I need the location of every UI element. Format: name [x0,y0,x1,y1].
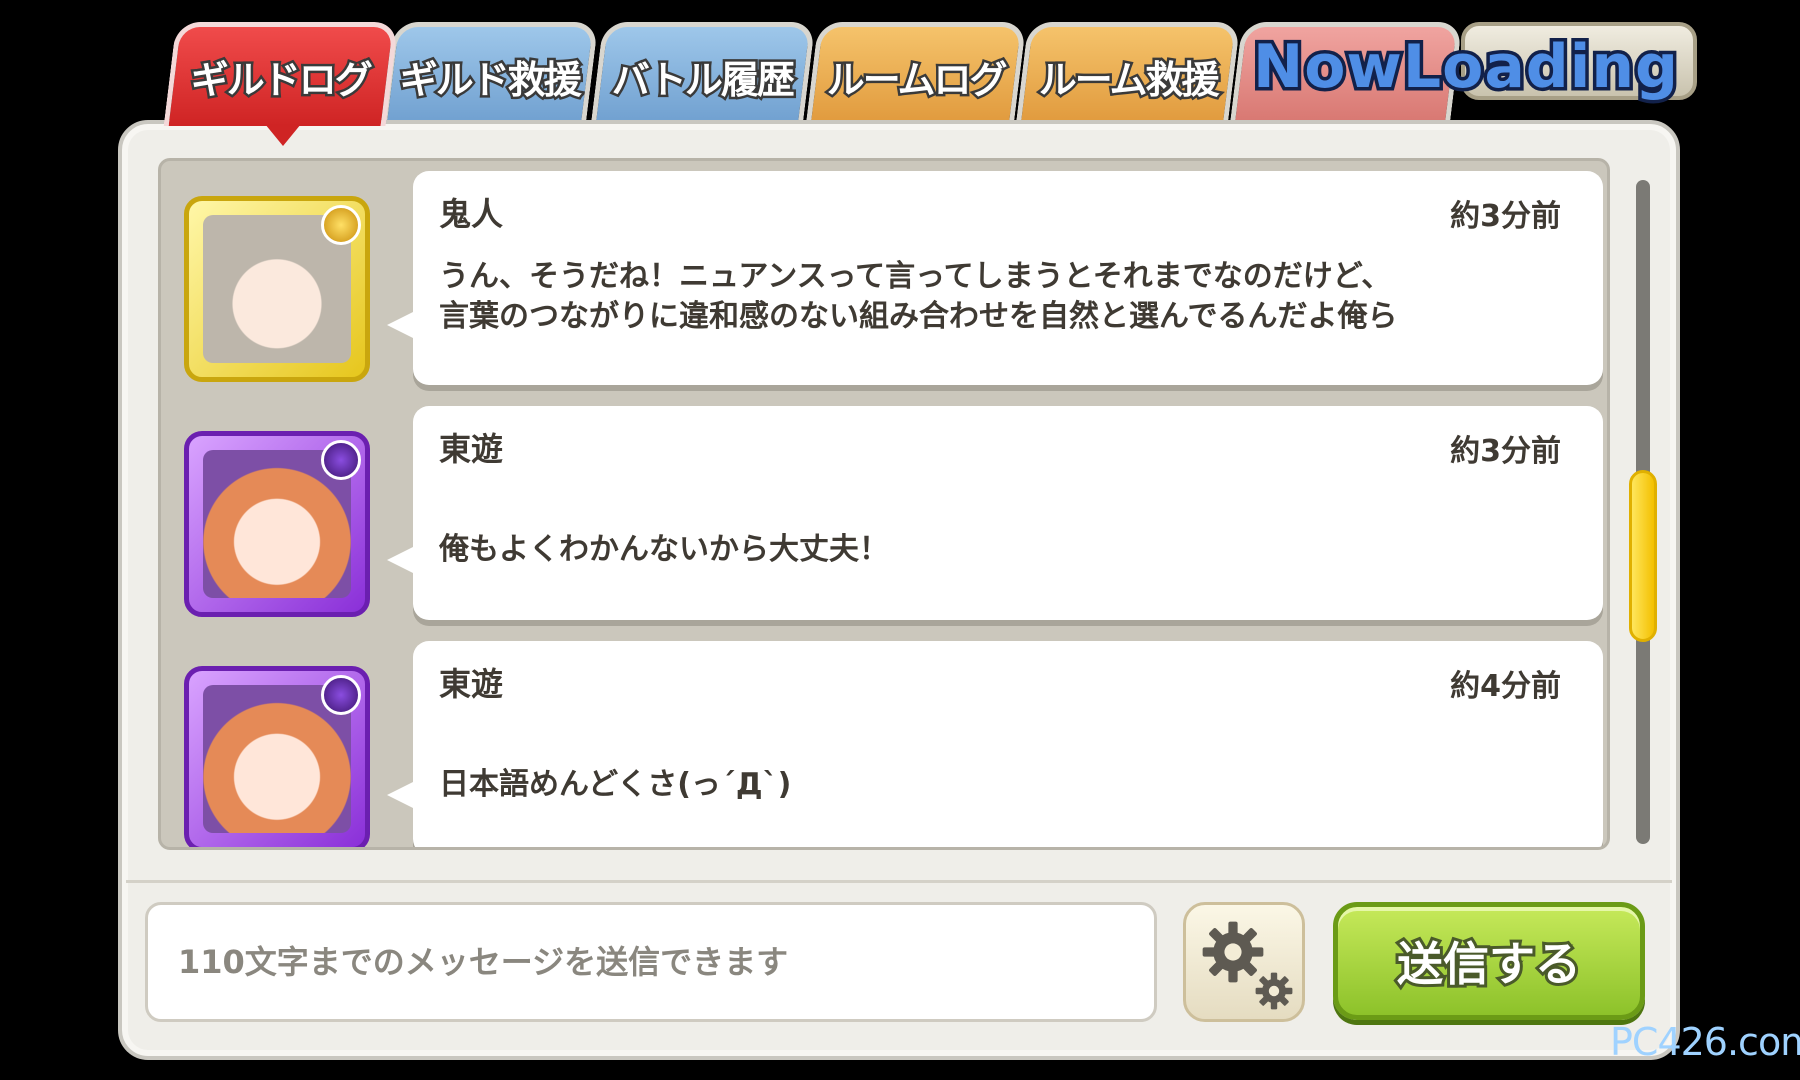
watermark: PC426.com [1610,1020,1800,1064]
tab-battle-history[interactable]: バトル履歴 [590,22,816,126]
tab-guild-log[interactable]: ギルドログ [163,22,399,126]
loading-text: NowLoading [1250,29,1682,106]
message-log[interactable]: 鬼人 約3分前 うん、そうだね！ニュアンスって言ってしまうとそれまでなのだけど、… [158,158,1610,850]
message-bubble: 鬼人 約3分前 うん、そうだね！ニュアンスって言ってしまうとそれまでなのだけど、… [387,171,1603,385]
character-avatar-icon[interactable] [184,196,370,382]
tab-label: ギルド救援 [397,56,582,105]
divider [126,880,1672,883]
sender-name: 東遊 [439,665,504,703]
attribute-emblem-icon [321,205,361,245]
message-input[interactable] [145,902,1157,1022]
sender-name: 東遊 [439,430,504,468]
settings-button[interactable] [1183,902,1305,1022]
gear-icon [1255,972,1293,1010]
tab-guild-rescue[interactable]: ギルド救援 [381,22,599,126]
send-label: 送信する [1394,934,1584,994]
now-loading-indicator: NowLoading [1235,22,1697,112]
message-bubble: 東遊 約4分前 日本語めんどくさ(っ´Д`) [387,641,1603,847]
message-item: 鬼人 約3分前 うん、そうだね！ニュアンスって言ってしまうとそれまでなのだけど、… [161,161,1607,397]
message-text: 俺もよくわかんないから大丈夫！ [439,532,889,567]
game-screen: ギルドログ ギルド救援 バトル履歴 ルームログ ルーム救援 NowLoading… [0,0,1800,1080]
sender-name: 鬼人 [439,195,504,233]
message-bubble: 東遊 約3分前 俺もよくわかんないから大丈夫！ [387,406,1603,620]
tab-label: バトル履歴 [610,56,796,105]
tab-room-rescue[interactable]: ルーム救援 [1015,22,1241,126]
character-avatar-icon[interactable] [184,431,370,617]
tab-room-log[interactable]: ルームログ [805,22,1027,126]
tab-label: ルームログ [824,56,1008,105]
attribute-emblem-icon [321,440,361,480]
message-text: うん、そうだね！ニュアンスって言ってしまうとそれまでなのだけど、言葉のつながりに… [439,259,1398,334]
send-button[interactable]: 送信する [1333,902,1645,1020]
scrollbar-thumb[interactable] [1629,470,1657,642]
attribute-emblem-icon [321,675,361,715]
message-time: 約4分前 [1450,669,1561,704]
active-tab-pointer [265,124,301,146]
message-text: 日本語めんどくさ(っ´Д`) [439,767,792,802]
message-item: 東遊 約3分前 俺もよくわかんないから大丈夫！ [161,396,1607,632]
message-time: 約3分前 [1450,434,1561,469]
tab-label: ルーム救援 [1036,56,1220,105]
tab-label: ギルドログ [188,56,373,105]
message-time: 約3分前 [1450,199,1561,234]
message-item: 東遊 約4分前 日本語めんどくさ(っ´Д`) [161,631,1607,847]
character-avatar-icon[interactable] [184,666,370,847]
